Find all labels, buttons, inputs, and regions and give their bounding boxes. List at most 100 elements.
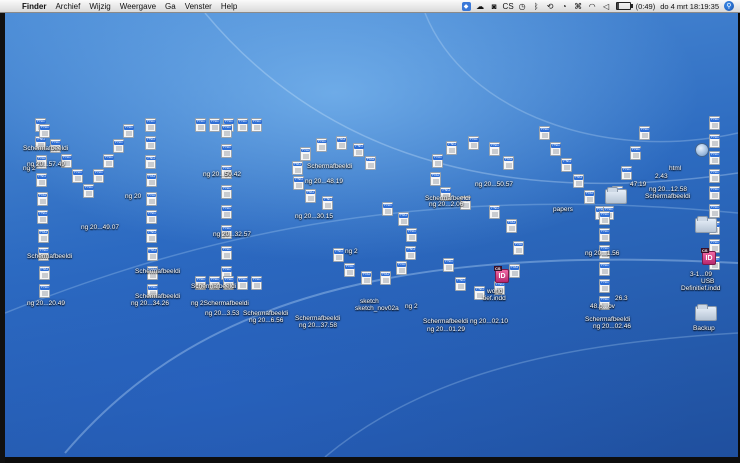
png-screenshot-file-icon[interactable]: PNG [709,186,721,201]
png-screenshot-file-icon[interactable]: PNG [467,136,480,151]
png-screenshot-file-icon[interactable]: PNG [333,248,345,263]
png-screenshot-file-icon[interactable]: PNG [512,240,525,256]
png-screenshot-file-icon[interactable]: PNG [429,171,442,187]
indesign-file-icon[interactable]: CS ID [494,266,509,283]
sync-icon[interactable]: ⟲ [546,2,555,11]
png-screenshot-file-icon[interactable]: PNG [36,191,49,207]
png-screenshot-file-icon[interactable]: PNG [709,116,721,131]
menu-weergave[interactable]: Weergave [120,2,156,11]
menu-finder[interactable]: Finder [22,2,46,11]
time-machine-icon[interactable]: ◷ [518,2,527,11]
png-screenshot-file-icon[interactable]: PNG [381,202,394,217]
png-screenshot-file-icon[interactable]: PNG [539,126,551,141]
png-screenshot-file-icon[interactable]: PNG [489,141,501,157]
png-screenshot-file-icon[interactable]: PNG [343,263,356,278]
menu-ga[interactable]: Ga [165,2,176,11]
png-screenshot-file-icon[interactable]: PNG [639,126,651,141]
png-screenshot-file-icon[interactable]: PNG [316,137,328,153]
png-screenshot-file-icon[interactable]: PNG [599,279,611,294]
png-screenshot-file-icon[interactable]: PNG [395,261,408,276]
png-screenshot-file-icon[interactable]: PNG [335,136,348,151]
png-screenshot-file-icon[interactable]: PNG [443,258,455,273]
png-screenshot-file-icon[interactable]: PNG [293,176,305,191]
png-screenshot-file-icon[interactable]: PNG [446,140,458,156]
png-screenshot-file-icon[interactable]: PNG [145,154,157,170]
menu-wijzig[interactable]: Wijzig [89,2,110,11]
png-screenshot-file-icon[interactable]: PNG [209,118,221,133]
png-screenshot-file-icon[interactable]: PNG [93,169,105,184]
png-screenshot-file-icon[interactable]: PNG [221,245,233,261]
dropbox-icon[interactable]: ◆ [461,1,471,11]
menu-venster[interactable]: Venster [185,2,212,11]
png-screenshot-file-icon[interactable]: PNG [621,166,633,181]
png-screenshot-file-icon[interactable]: PNG [37,210,49,225]
png-screenshot-file-icon[interactable]: PNG [550,142,562,157]
png-screenshot-file-icon[interactable]: PNG [505,218,518,234]
dialpad-icon[interactable]: ⌘ [574,2,583,11]
wifi-icon[interactable]: ◠ [588,2,597,11]
png-screenshot-file-icon[interactable]: PNG [123,124,135,139]
png-screenshot-file-icon[interactable]: PNG [572,174,585,189]
camera-icon[interactable]: ◙ [490,2,499,11]
creative-cloud-icon[interactable]: ☁ [476,2,485,11]
png-screenshot-file-icon[interactable]: PNG [455,277,467,292]
png-screenshot-file-icon[interactable]: PNG [39,124,51,139]
cs-live-icon[interactable]: CS [503,2,514,11]
png-screenshot-file-icon[interactable]: PNG [291,160,304,176]
papers-folder-icon[interactable] [605,187,627,204]
png-screenshot-file-icon[interactable]: PNG [37,228,50,244]
png-screenshot-file-icon[interactable]: PNG [599,228,611,243]
png-screenshot-file-icon[interactable]: PNG [353,143,365,158]
png-screenshot-file-icon[interactable]: PNG [709,133,721,149]
png-screenshot-file-icon[interactable]: PNG [561,158,573,173]
png-screenshot-file-icon[interactable]: PNG [360,271,373,286]
png-screenshot-file-icon[interactable]: PNG [251,276,263,291]
png-screenshot-file-icon[interactable]: PNG [251,118,263,133]
battery-icon[interactable] [615,2,633,10]
png-screenshot-file-icon[interactable]: PNG [599,211,611,226]
png-screenshot-file-icon[interactable]: PNG [502,155,515,171]
png-screenshot-file-icon[interactable]: PNG [221,184,233,200]
png-screenshot-file-icon[interactable]: PNG [113,139,125,154]
png-screenshot-file-icon[interactable]: PNG [195,118,207,133]
png-screenshot-file-icon[interactable]: PNG [379,270,392,286]
app-icon[interactable] [695,143,709,157]
png-screenshot-file-icon[interactable]: PNG [146,228,158,244]
volume-icon[interactable]: ◁ [602,2,611,11]
clock[interactable]: do 4 mrt 18:19:35 [660,2,719,11]
png-screenshot-file-icon[interactable]: PNG [322,195,334,211]
spotlight-search-icon[interactable]: ⚲ [724,1,734,11]
png-screenshot-file-icon[interactable]: PNG [38,265,51,281]
png-screenshot-file-icon[interactable]: PNG [237,118,249,133]
png-screenshot-file-icon[interactable]: PNG [221,144,233,159]
png-screenshot-file-icon[interactable]: PNG [146,210,158,225]
png-screenshot-file-icon[interactable]: PNG [103,154,115,169]
png-screenshot-file-icon[interactable]: PNG [221,205,233,220]
png-screenshot-file-icon[interactable]: PNG [405,246,417,261]
png-screenshot-file-icon[interactable]: PNG [508,264,521,279]
png-screenshot-file-icon[interactable]: PNG [709,203,721,219]
png-screenshot-file-icon[interactable]: PNG [237,276,249,291]
png-screenshot-file-icon[interactable]: PNG [39,284,51,299]
png-screenshot-file-icon[interactable]: PNG [709,168,721,184]
png-screenshot-file-icon[interactable]: PNG [431,154,444,169]
backup-clock-icon[interactable]: ◔ [560,2,569,11]
backup-folder-icon[interactable] [695,304,717,321]
png-screenshot-file-icon[interactable]: PNG [83,184,95,199]
png-screenshot-file-icon[interactable]: PNG [72,169,84,184]
png-screenshot-file-icon[interactable]: PNG [145,173,158,188]
menu-archief[interactable]: Archief [55,2,80,11]
png-screenshot-file-icon[interactable]: PNG [221,124,233,139]
bluetooth-icon[interactable]: ᛒ [532,2,541,11]
apple-menu-icon[interactable] [8,2,17,11]
png-screenshot-file-icon[interactable]: PNG [489,204,501,220]
png-screenshot-file-icon[interactable]: PNG [146,247,159,262]
png-screenshot-file-icon[interactable]: PNG [599,262,611,277]
png-screenshot-file-icon[interactable]: PNG [299,146,312,162]
png-screenshot-file-icon[interactable]: PNG [145,191,158,207]
png-screenshot-file-icon[interactable]: PNG [304,188,317,204]
png-screenshot-file-icon[interactable]: PNG [145,136,157,151]
png-screenshot-file-icon[interactable]: PNG [406,228,418,243]
png-screenshot-file-icon[interactable]: PNG [397,212,410,227]
indesign-file-icon[interactable]: CS ID [701,248,716,265]
